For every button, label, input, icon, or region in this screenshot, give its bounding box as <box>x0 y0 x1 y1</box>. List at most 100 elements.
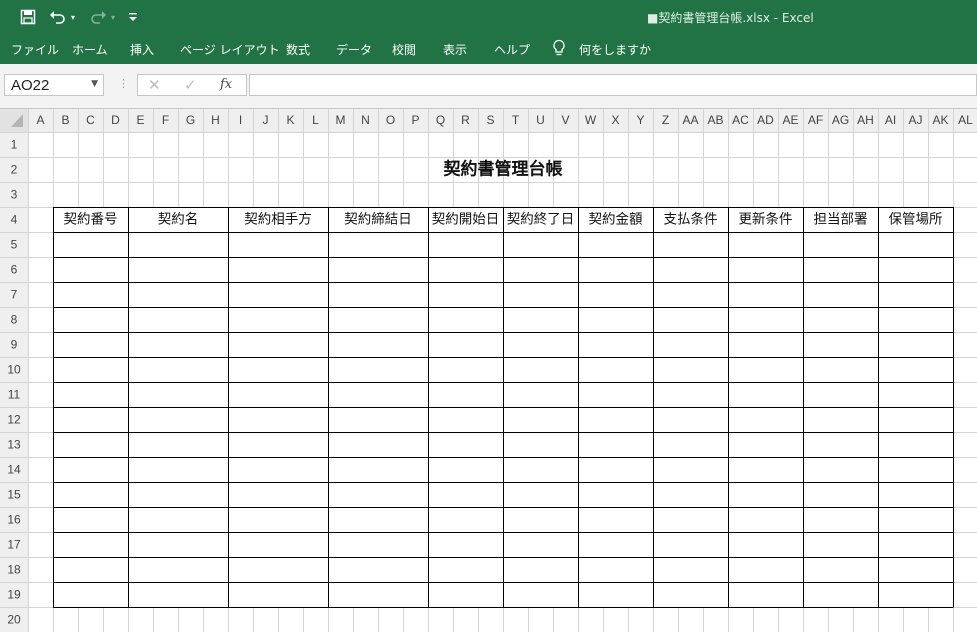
table-cell[interactable] <box>128 232 228 257</box>
table-cell[interactable] <box>728 457 803 482</box>
table-cell[interactable] <box>53 232 128 257</box>
table-cell[interactable] <box>878 507 953 532</box>
table-cell[interactable] <box>228 257 328 282</box>
table-cell[interactable] <box>428 582 503 607</box>
row-header-20[interactable]: 20 <box>7 613 21 627</box>
table-cell[interactable] <box>53 332 128 357</box>
table-cell[interactable] <box>503 282 578 307</box>
tab-page-layout[interactable]: ページ レイアウト <box>180 41 280 58</box>
table-cell[interactable] <box>728 332 803 357</box>
table-cell[interactable] <box>878 332 953 357</box>
table-cell[interactable] <box>803 257 878 282</box>
row-header-11[interactable]: 11 <box>8 388 21 402</box>
column-header-AK[interactable]: AK <box>932 113 948 127</box>
table-cell[interactable] <box>653 257 728 282</box>
column-header-AF[interactable]: AF <box>808 113 823 127</box>
table-cell[interactable] <box>228 407 328 432</box>
formula-input[interactable] <box>249 74 977 96</box>
column-header-A[interactable]: A <box>36 113 44 127</box>
table-cell[interactable] <box>578 282 653 307</box>
table-cell[interactable] <box>803 282 878 307</box>
table-cell[interactable] <box>128 557 228 582</box>
column-header-P[interactable]: P <box>411 113 419 127</box>
row-header-16[interactable]: 16 <box>7 513 21 527</box>
table-cell[interactable] <box>128 407 228 432</box>
column-header-AA[interactable]: AA <box>682 113 698 127</box>
column-header-W[interactable]: W <box>585 113 597 127</box>
table-cell[interactable] <box>653 432 728 457</box>
table-cell[interactable] <box>428 232 503 257</box>
table-cell[interactable] <box>53 582 128 607</box>
table-cell[interactable] <box>803 507 878 532</box>
row-header-18[interactable]: 18 <box>7 563 21 577</box>
table-cell[interactable] <box>878 282 953 307</box>
table-cell[interactable] <box>328 357 428 382</box>
row-header-6[interactable]: 6 <box>11 263 18 277</box>
table-cell[interactable] <box>428 282 503 307</box>
row-header-13[interactable]: 13 <box>7 438 21 452</box>
table-cell[interactable] <box>128 307 228 332</box>
column-header-Q[interactable]: Q <box>436 113 445 127</box>
table-cell[interactable] <box>428 307 503 332</box>
table-cell[interactable] <box>503 432 578 457</box>
table-cell[interactable] <box>803 532 878 557</box>
table-cell[interactable] <box>653 282 728 307</box>
table-cell[interactable] <box>503 332 578 357</box>
tab-insert[interactable]: 挿入 <box>130 41 154 58</box>
table-cell[interactable] <box>653 332 728 357</box>
worksheet[interactable]: A B C D E F G H I J K L M N O P Q R S T U V W X Y Z AA AB AC AD AE AF AG… <box>0 108 977 633</box>
table-cell[interactable] <box>503 407 578 432</box>
table-cell[interactable] <box>328 482 428 507</box>
table-cell[interactable] <box>428 507 503 532</box>
row-header-17[interactable]: 17 <box>7 538 21 552</box>
table-cell[interactable] <box>128 357 228 382</box>
tab-data[interactable]: データ <box>336 41 372 58</box>
table-cell[interactable] <box>228 382 328 407</box>
table-cell[interactable] <box>53 482 128 507</box>
row-header-10[interactable]: 10 <box>7 363 21 377</box>
table-cell[interactable] <box>328 557 428 582</box>
table-cell[interactable] <box>803 332 878 357</box>
select-all-button[interactable] <box>0 108 28 132</box>
table-cell[interactable] <box>328 532 428 557</box>
table-cell[interactable] <box>53 257 128 282</box>
column-header-AE[interactable]: AE <box>782 113 798 127</box>
table-cell[interactable] <box>578 357 653 382</box>
table-cell[interactable] <box>878 432 953 457</box>
column-header-N[interactable]: N <box>361 113 370 127</box>
table-cell[interactable] <box>803 357 878 382</box>
table-cell[interactable] <box>503 357 578 382</box>
table-cell[interactable] <box>878 407 953 432</box>
column-header-AI[interactable]: AI <box>885 113 896 127</box>
table-cell[interactable] <box>503 582 578 607</box>
tab-file[interactable]: ファイル <box>11 41 59 58</box>
table-cell[interactable] <box>728 307 803 332</box>
table-cell[interactable] <box>128 432 228 457</box>
table-cell[interactable] <box>803 582 878 607</box>
table-cell[interactable] <box>53 357 128 382</box>
table-cell[interactable] <box>803 457 878 482</box>
chevron-down-icon[interactable]: ▼ <box>91 79 98 89</box>
table-cell[interactable] <box>728 507 803 532</box>
table-cell[interactable] <box>728 357 803 382</box>
tab-view[interactable]: 表示 <box>443 41 467 58</box>
table-cell[interactable] <box>53 432 128 457</box>
table-cell[interactable] <box>728 232 803 257</box>
row-header-2[interactable]: 2 <box>11 163 18 177</box>
table-cell[interactable] <box>228 582 328 607</box>
table-cell[interactable] <box>503 507 578 532</box>
column-header-K[interactable]: K <box>286 113 294 127</box>
table-cell[interactable] <box>878 532 953 557</box>
column-header-T[interactable]: T <box>512 113 520 127</box>
row-header-3[interactable]: 3 <box>11 188 18 202</box>
table-cell[interactable] <box>328 282 428 307</box>
lightbulb-icon[interactable] <box>552 39 566 60</box>
table-cell[interactable] <box>53 307 128 332</box>
customize-qat-icon[interactable] <box>126 6 140 28</box>
table-cell[interactable] <box>328 457 428 482</box>
column-header-J[interactable]: J <box>263 113 269 127</box>
table-cell[interactable] <box>503 307 578 332</box>
table-cell[interactable] <box>878 232 953 257</box>
tell-me-search[interactable]: 何をしますか <box>579 41 651 58</box>
save-icon[interactable] <box>16 6 40 28</box>
